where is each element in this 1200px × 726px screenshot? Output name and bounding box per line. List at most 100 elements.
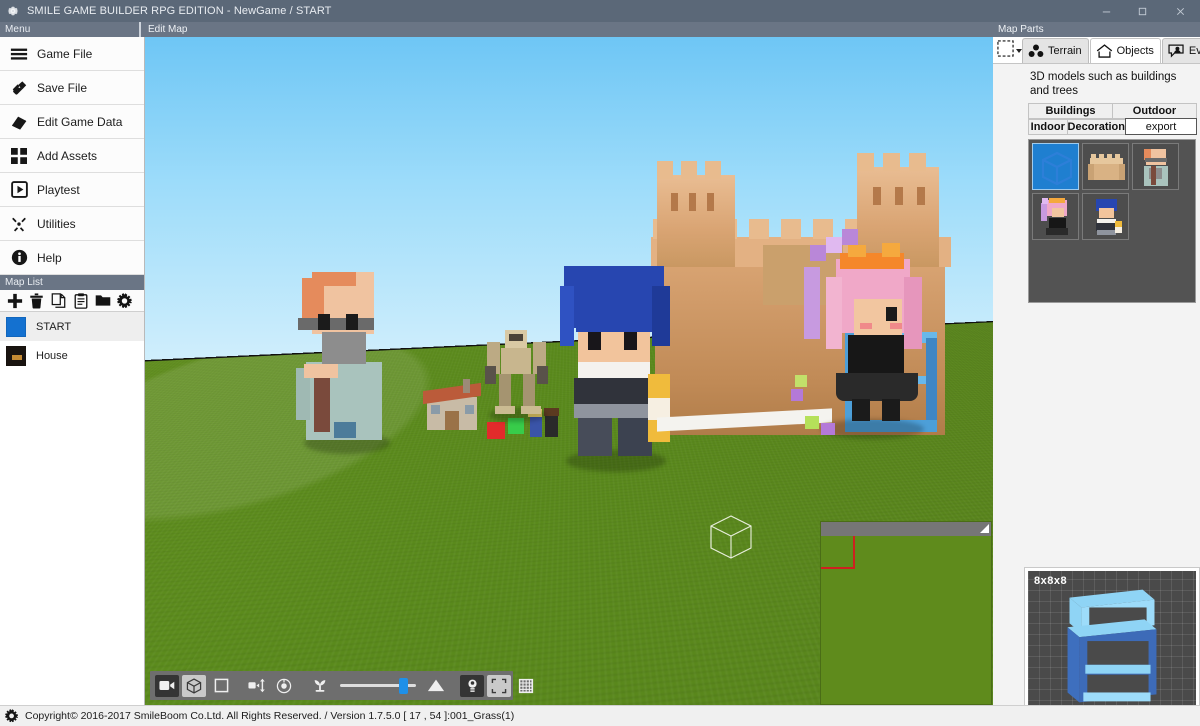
part-thumbnail-pink-character[interactable]: [1032, 193, 1079, 240]
blue-hero-character-object: [560, 262, 670, 472]
map-list-header: Map List: [0, 275, 144, 290]
cube-cursor: [708, 512, 754, 562]
green-block-object-2: [795, 375, 807, 387]
sidebar-item-help[interactable]: Help: [0, 241, 144, 275]
title-bar: SMILE GAME BUILDER RPG EDITION - NewGame…: [0, 0, 1200, 22]
tab-events[interactable]: Events: [1161, 38, 1200, 63]
terrain-height-button[interactable]: [424, 675, 448, 697]
sidebar-item-add-assets[interactable]: Add Assets: [0, 139, 144, 173]
category-decoration-button[interactable]: Decoration: [1066, 119, 1126, 135]
folder-icon[interactable]: [93, 291, 112, 310]
map-thumbnail: [6, 316, 26, 337]
purple-block-object-2: [791, 389, 803, 401]
map-parts-panel: Map Parts Terrain Objects Ev 3D models s…: [993, 22, 1200, 726]
selection-tool-button[interactable]: [993, 38, 1022, 63]
sidebar-item-edit-game-data[interactable]: Edit Game Data: [0, 105, 144, 139]
category-row-1: Buildings Outdoor: [1028, 103, 1197, 119]
part-thumbnail-window-frame[interactable]: [1032, 143, 1079, 190]
map-list-items: START House: [0, 312, 144, 370]
event-person-icon: [1168, 44, 1185, 58]
minimap-resize-grip[interactable]: [980, 524, 989, 533]
app-icon: [6, 4, 20, 18]
fullscreen-button[interactable]: [487, 674, 511, 697]
tab-objects[interactable]: Objects: [1089, 38, 1161, 63]
green-block-object: [805, 416, 819, 429]
slider-knob[interactable]: [399, 677, 408, 694]
sidebar-item-label: Save File: [37, 80, 88, 95]
sidebar-item-label: Edit Game Data: [37, 114, 123, 129]
map-parts-header: Map Parts: [993, 22, 1200, 37]
grass-layer-button[interactable]: [308, 675, 332, 697]
wrench-icon: [9, 214, 29, 234]
application-window: SMILE GAME BUILDER RPG EDITION - NewGame…: [0, 0, 1200, 726]
plus-icon[interactable]: [5, 291, 24, 310]
map-list-item-house[interactable]: House: [0, 341, 144, 370]
pink-hair-character-object: [804, 229, 930, 439]
category-indoor-button[interactable]: Indoor: [1028, 119, 1068, 135]
map-list-item-start[interactable]: START: [0, 312, 144, 341]
focus-target-button[interactable]: [272, 675, 296, 697]
edit-map-header: Edit Map: [139, 22, 993, 37]
sidebar-item-playtest[interactable]: Playtest: [0, 173, 144, 207]
perspective-view-button[interactable]: [182, 674, 206, 697]
menu-list: Game File Save File Edit Game Data Add A…: [0, 37, 144, 275]
minimap[interactable]: [820, 521, 992, 705]
maximize-button[interactable]: [1124, 0, 1160, 22]
minimize-button[interactable]: [1088, 0, 1124, 22]
part-preview-viewport[interactable]: 8x8x8: [1028, 571, 1196, 723]
robot-object: [485, 322, 550, 422]
copy-icon[interactable]: [49, 291, 68, 310]
light-toggle-button[interactable]: [460, 674, 484, 697]
clipboard-icon[interactable]: [71, 291, 90, 310]
flat-view-button[interactable]: [209, 675, 233, 697]
zoom-slider[interactable]: [340, 676, 416, 696]
info-icon: [9, 248, 29, 268]
hamburger-icon: [9, 44, 29, 64]
category-buildings-button[interactable]: Buildings: [1028, 103, 1113, 119]
red-cube-object: [487, 422, 505, 439]
purple-block-object: [821, 423, 835, 435]
parts-thumbnail-grid: [1028, 139, 1196, 303]
terrain-blocks-icon: [1028, 44, 1044, 58]
tiny-character-2-object: [545, 414, 558, 437]
menu-panel-header: Menu: [0, 22, 144, 37]
window-frame-preview-model: [1067, 589, 1157, 703]
minimap-titlebar[interactable]: [821, 522, 991, 536]
status-bar-text: Copyright© 2016-2017 SmileBoom Co.Ltd. A…: [25, 710, 515, 722]
close-button[interactable]: [1160, 0, 1200, 22]
category-outdoor-button[interactable]: Outdoor: [1112, 103, 1197, 119]
sidebar-item-game-file[interactable]: Game File: [0, 37, 144, 71]
gear-icon[interactable]: [115, 291, 134, 310]
map-list-toolbar: [0, 290, 144, 312]
tab-label: Objects: [1116, 45, 1154, 57]
sidebar-item-utilities[interactable]: Utilities: [0, 207, 144, 241]
part-preview-panel: 8x8x8: [1024, 567, 1200, 726]
category-row-2: Indoor Decoration export: [1028, 118, 1197, 135]
status-gear-icon: [5, 709, 19, 723]
move-camera-vertical-button[interactable]: [245, 675, 269, 697]
part-thumbnail-castle[interactable]: [1082, 143, 1129, 190]
viewport-toolbar: [150, 671, 534, 700]
tab-label: Terrain: [1048, 45, 1082, 57]
part-thumbnail-blue-character[interactable]: [1082, 193, 1129, 240]
trash-icon[interactable]: [27, 291, 46, 310]
map-parts-tabs: Terrain Objects Events: [993, 37, 1200, 64]
map-item-label: START: [36, 320, 72, 333]
map-thumbnail: [6, 345, 26, 366]
tab-label: Events: [1188, 45, 1200, 57]
export-button[interactable]: export: [1125, 118, 1197, 135]
tab-terrain[interactable]: Terrain: [1022, 38, 1089, 63]
save-tag-icon: [9, 78, 29, 98]
map-viewport-3d[interactable]: [145, 37, 993, 705]
grid-toggle-button[interactable]: [514, 675, 538, 697]
book-icon: [9, 112, 29, 132]
status-bar: Copyright© 2016-2017 SmileBoom Co.Ltd. A…: [0, 705, 1200, 726]
part-thumbnail-villager[interactable]: [1132, 143, 1179, 190]
camera-button[interactable]: [155, 674, 179, 697]
preview-size-label: 8x8x8: [1034, 575, 1068, 587]
sidebar-item-label: Help: [37, 250, 62, 265]
sidebar-item-save-file[interactable]: Save File: [0, 71, 144, 105]
window-controls: [1088, 0, 1200, 22]
house-outline-icon: [1096, 44, 1113, 58]
map-parts-description: 3D models such as buildings and trees: [1030, 71, 1177, 97]
